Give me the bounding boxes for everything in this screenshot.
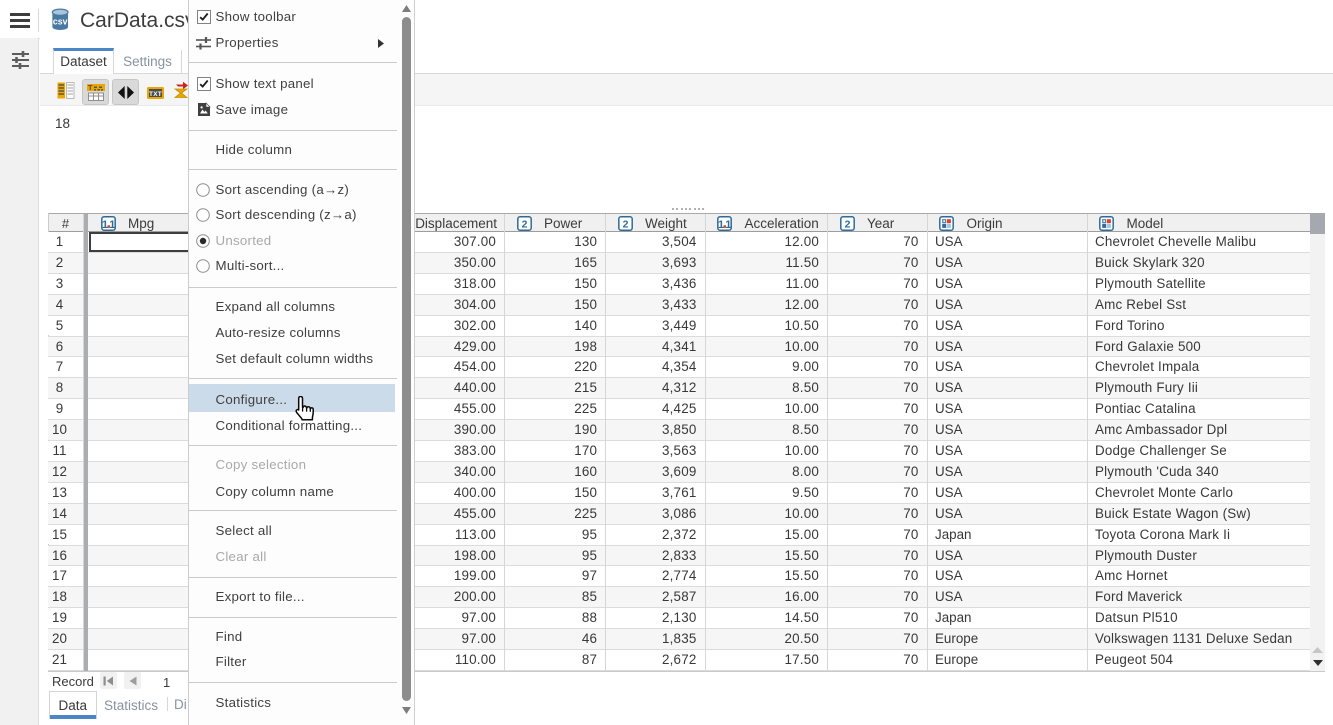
svg-text:2: 2: [622, 218, 628, 230]
svg-text:csv: csv: [53, 17, 68, 27]
svg-text:1: 1: [101, 218, 107, 230]
svg-text:T: T: [88, 84, 93, 92]
svg-text:2: 2: [844, 218, 850, 230]
svg-text:1: 1: [718, 218, 724, 230]
svg-text:1: 1: [109, 218, 115, 230]
svg-text:TXT: TXT: [149, 91, 162, 98]
svg-text:2: 2: [521, 218, 527, 230]
svg-text:1: 1: [726, 218, 732, 230]
